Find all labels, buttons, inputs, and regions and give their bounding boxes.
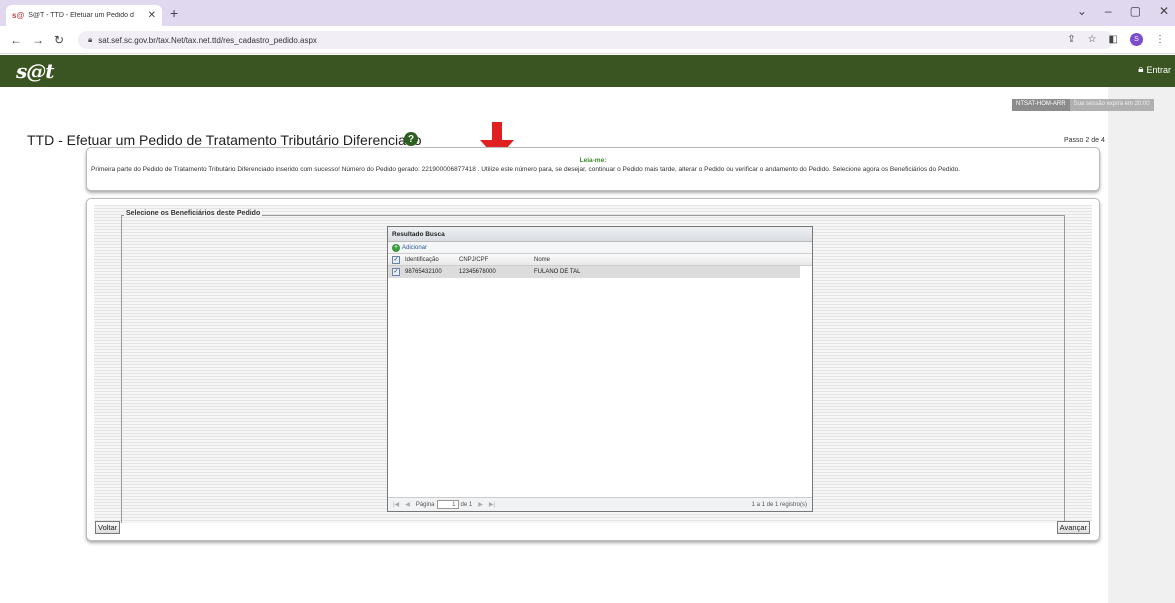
sat-logo[interactable]: s@t xyxy=(16,59,54,83)
notice-heading: Leia-me: xyxy=(579,157,607,164)
sidepanel-icon[interactable]: ◧ xyxy=(1109,34,1118,45)
column-cnpj-cpf[interactable]: CNPJ/CPF xyxy=(459,257,534,263)
cell-nome: FULANO DE TAL xyxy=(534,269,581,275)
back-icon[interactable]: ← xyxy=(10,33,22,47)
window-controls: ⌄ – ▢ ✕ xyxy=(1077,4,1169,18)
tab-title: S@T - TTD - Efetuar um Pedido d xyxy=(28,12,134,19)
last-page-icon[interactable]: ▶| xyxy=(489,501,495,508)
grid-header: ✓ Identificação CNPJ/CPF Nome xyxy=(388,254,812,266)
app-header: s@t 🔒︎ Entrar xyxy=(0,55,1175,87)
bookmark-star-icon[interactable]: ☆ xyxy=(1088,34,1097,45)
share-icon[interactable]: ⇪ xyxy=(1067,34,1075,45)
forward-icon[interactable]: → xyxy=(32,33,44,47)
beneficiaries-panel: Selecione os Beneficiários deste Pedido … xyxy=(86,198,1100,541)
page-content: NTSAT-HOM-ARR Sua sessão expira em 20:00… xyxy=(0,87,1175,603)
page-number-input[interactable]: 1 xyxy=(436,500,459,509)
notice-text: Primeira parte do Pedido de Tratamento T… xyxy=(91,166,960,173)
lock-icon[interactable]: 🔒︎ xyxy=(88,35,92,45)
right-gutter xyxy=(1108,87,1175,603)
grid-pager: |◀ ◀ Página 1 de 1 ▶ ▶| 1 a 1 de 1 regis… xyxy=(388,497,812,511)
cell-identificacao: 98765432100 xyxy=(405,269,442,275)
browser-tab-bar: s@ S@T - TTD - Efetuar um Pedido d ✕ + ⌄… xyxy=(0,0,1175,26)
new-tab-icon[interactable]: + xyxy=(170,5,178,21)
column-nome[interactable]: Nome xyxy=(534,257,812,263)
add-button[interactable]: + Adicionar xyxy=(388,242,812,254)
select-all-checkbox[interactable]: ✓ xyxy=(392,255,400,264)
browser-toolbar: ← → ↻ 🔒︎ sat.sef.sc.gov.br/tax.Net/tax.n… xyxy=(0,26,1175,54)
session-badges: NTSAT-HOM-ARR Sua sessão expira em 20:00 xyxy=(1012,99,1154,111)
lock-icon: 🔒︎ xyxy=(1138,64,1144,75)
next-button[interactable]: Avançar xyxy=(1056,521,1090,534)
close-window-icon[interactable]: ✕ xyxy=(1159,4,1169,18)
tab-search-icon[interactable]: ⌄ xyxy=(1077,4,1087,18)
notice-box: Leia-me: Primeira parte do Pedido de Tra… xyxy=(86,147,1100,191)
restore-icon[interactable]: ▢ xyxy=(1130,4,1141,18)
browser-tab[interactable]: s@ S@T - TTD - Efetuar um Pedido d ✕ xyxy=(6,5,162,26)
column-identificacao[interactable]: Identificação xyxy=(405,257,459,263)
fieldset-background: Selecione os Beneficiários deste Pedido … xyxy=(94,205,1092,523)
results-grid: Resultado Busca + Adicionar ✓ Identifica… xyxy=(387,226,813,512)
back-button[interactable]: Voltar xyxy=(95,521,121,534)
sat-favicon-icon: s@ xyxy=(12,11,25,20)
next-page-icon[interactable]: ▶ xyxy=(478,501,483,508)
session-timer-badge: Sua sessão expira em 20:00 xyxy=(1069,99,1154,111)
toolbar-actions: ⇪ ☆ ◧ S ⋮ xyxy=(1067,33,1165,46)
login-label: Entrar xyxy=(1146,64,1171,75)
address-bar[interactable]: 🔒︎ sat.sef.sc.gov.br/tax.Net/tax.net.ttd… xyxy=(78,31,1114,49)
minimize-icon[interactable]: – xyxy=(1105,4,1112,18)
row-checkbox[interactable]: ✓ xyxy=(392,268,400,276)
table-row[interactable]: ✓ 98765432100 12345678000 FULANO DE TAL xyxy=(388,266,800,278)
page-label: Página xyxy=(415,501,435,508)
add-label: Adicionar xyxy=(402,244,428,251)
profile-avatar[interactable]: S xyxy=(1130,33,1143,46)
close-tab-icon[interactable]: ✕ xyxy=(148,10,156,21)
prev-page-icon[interactable]: ◀ xyxy=(405,501,410,508)
add-icon: + xyxy=(392,243,400,252)
help-icon[interactable]: ? xyxy=(404,132,418,146)
reload-icon[interactable]: ↻ xyxy=(54,33,64,47)
first-page-icon[interactable]: |◀ xyxy=(393,501,399,508)
url-text[interactable]: sat.sef.sc.gov.br/tax.Net/tax.net.ttd/re… xyxy=(98,36,317,45)
fieldset-legend: Selecione os Beneficiários deste Pedido xyxy=(124,210,263,217)
cell-cnpj-cpf: 12345678000 xyxy=(459,269,496,275)
record-count: 1 a 1 de 1 registro(s) xyxy=(751,501,807,508)
login-link[interactable]: 🔒︎ Entrar xyxy=(1138,64,1171,75)
menu-dots-icon[interactable]: ⋮ xyxy=(1155,34,1165,45)
page-of-label: de 1 xyxy=(460,501,473,508)
step-indicator: Passo 2 de 4 xyxy=(1064,137,1105,144)
environment-badge: NTSAT-HOM-ARR xyxy=(1012,99,1070,111)
grid-title: Resultado Busca xyxy=(388,227,812,242)
page-title: TTD - Efetuar um Pedido de Tratamento Tr… xyxy=(27,132,422,148)
